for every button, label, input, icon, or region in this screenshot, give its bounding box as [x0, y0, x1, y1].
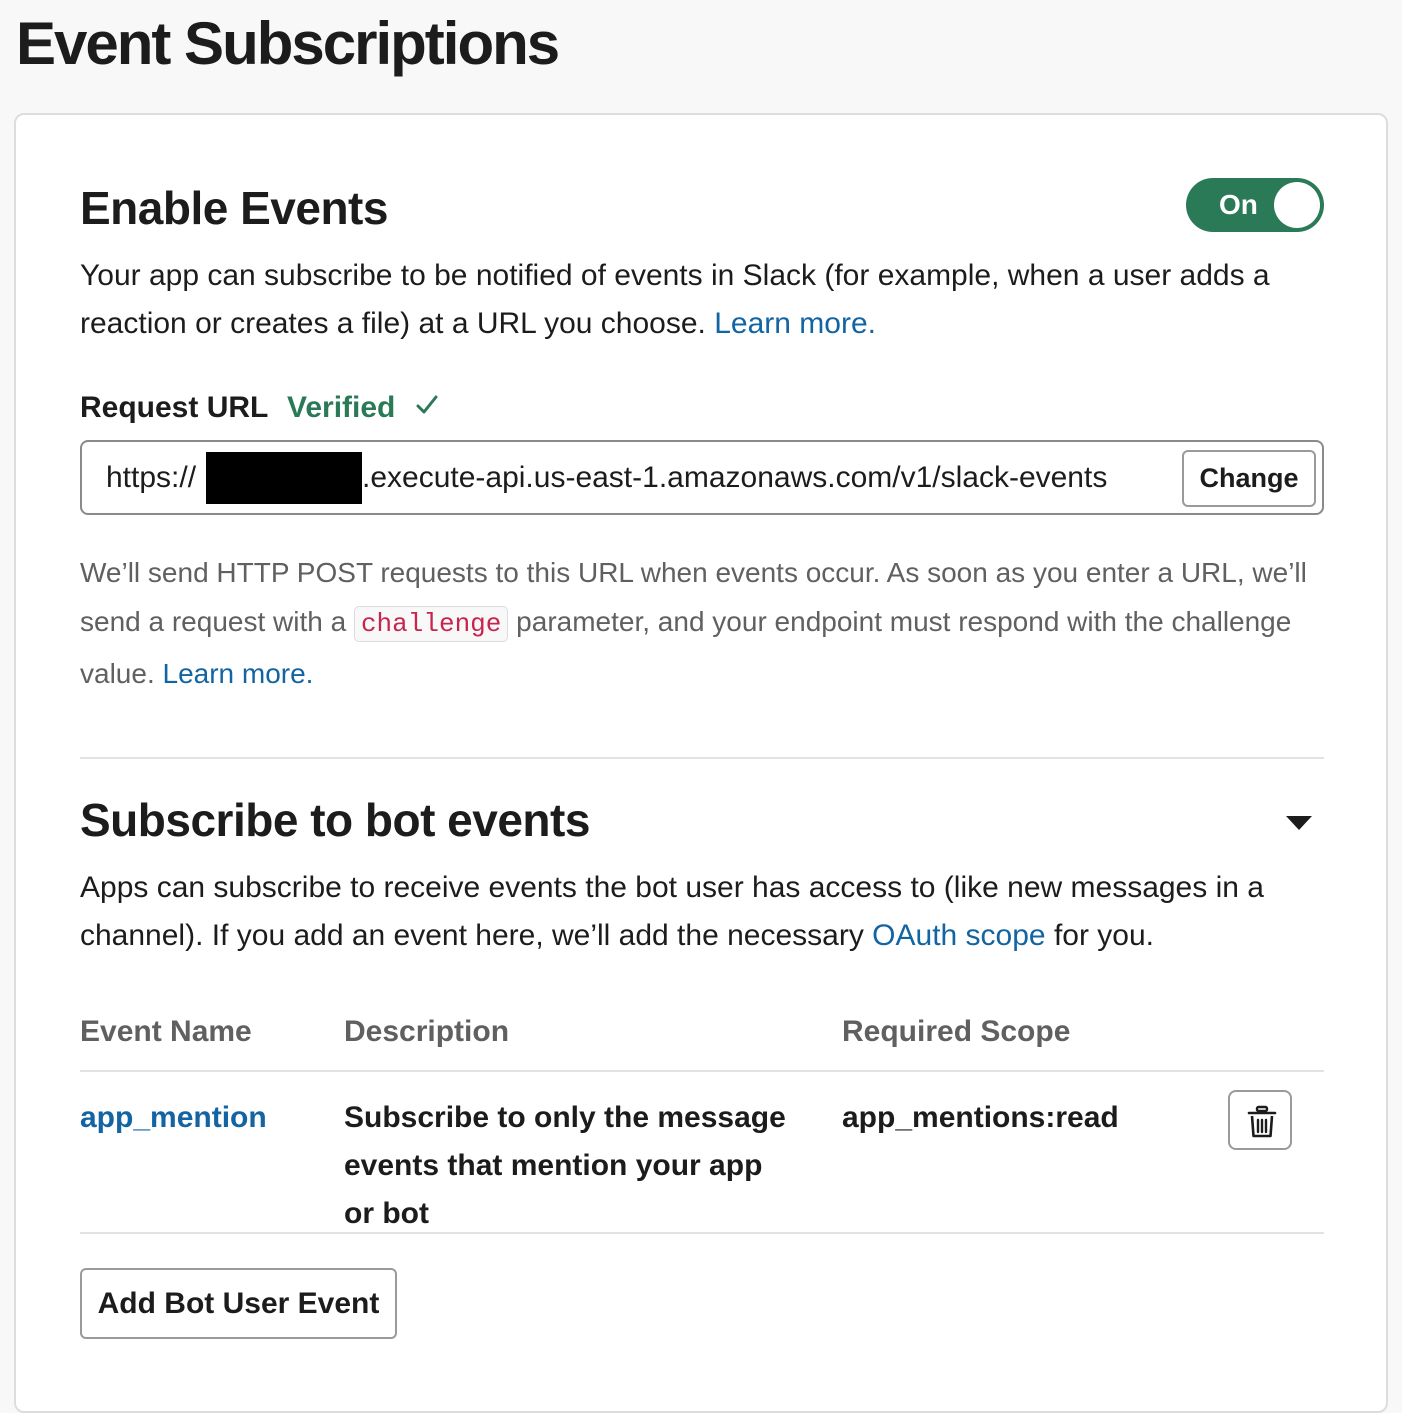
trash-icon: [1247, 1105, 1277, 1138]
toggle-knob: [1274, 182, 1320, 228]
request-url-help: We’ll send HTTP POST requests to this UR…: [80, 548, 1330, 698]
enable-events-heading: Enable Events: [80, 182, 388, 234]
column-header-description: Description: [344, 1015, 510, 1048]
event-description: Subscribe to only the message events tha…: [344, 1101, 786, 1230]
enable-events-description-text: Your app can subscribe to be notified of…: [80, 259, 1270, 340]
column-header-event-name: Event Name: [80, 1015, 252, 1048]
enable-events-description: Your app can subscribe to be notified of…: [80, 252, 1330, 348]
request-url-field[interactable]: https:// .execute-api.us-east-1.amazonaw…: [80, 440, 1324, 515]
redacted-url-segment: [206, 452, 362, 504]
help-learn-more-link[interactable]: Learn more.: [163, 658, 314, 689]
challenge-code: challenge: [353, 606, 509, 642]
toggle-label: On: [1219, 189, 1258, 220]
request-url-label: Request URL: [80, 391, 269, 424]
section-divider: [80, 757, 1324, 759]
table-row-divider: [80, 1232, 1324, 1234]
bot-events-description: Apps can subscribe to receive events the…: [80, 864, 1330, 960]
event-name-link[interactable]: app_mention: [80, 1094, 267, 1142]
bot-events-heading: Subscribe to bot events: [80, 794, 590, 846]
column-header-required-scope: Required Scope: [842, 1015, 1071, 1048]
delete-event-button[interactable]: [1228, 1090, 1292, 1150]
url-suffix: .execute-api.us-east-1.amazonaws.com/v1/…: [362, 461, 1108, 494]
change-url-button[interactable]: Change: [1182, 450, 1316, 507]
page-title: Event Subscriptions: [16, 10, 560, 77]
checkmark-icon: [416, 395, 438, 414]
verified-status: Verified: [287, 391, 396, 424]
table-header-divider: [80, 1070, 1324, 1072]
event-required-scope: app_mentions:read: [842, 1101, 1119, 1134]
enable-events-toggle[interactable]: On: [1186, 178, 1324, 232]
add-bot-user-event-button[interactable]: Add Bot User Event: [80, 1268, 397, 1339]
bot-events-description-end: for you.: [1053, 919, 1155, 952]
caret-down-icon[interactable]: [1284, 812, 1314, 834]
oauth-scope-link[interactable]: OAuth scope: [872, 919, 1045, 952]
learn-more-link[interactable]: Learn more.: [714, 307, 876, 340]
url-prefix: https://: [106, 461, 197, 494]
